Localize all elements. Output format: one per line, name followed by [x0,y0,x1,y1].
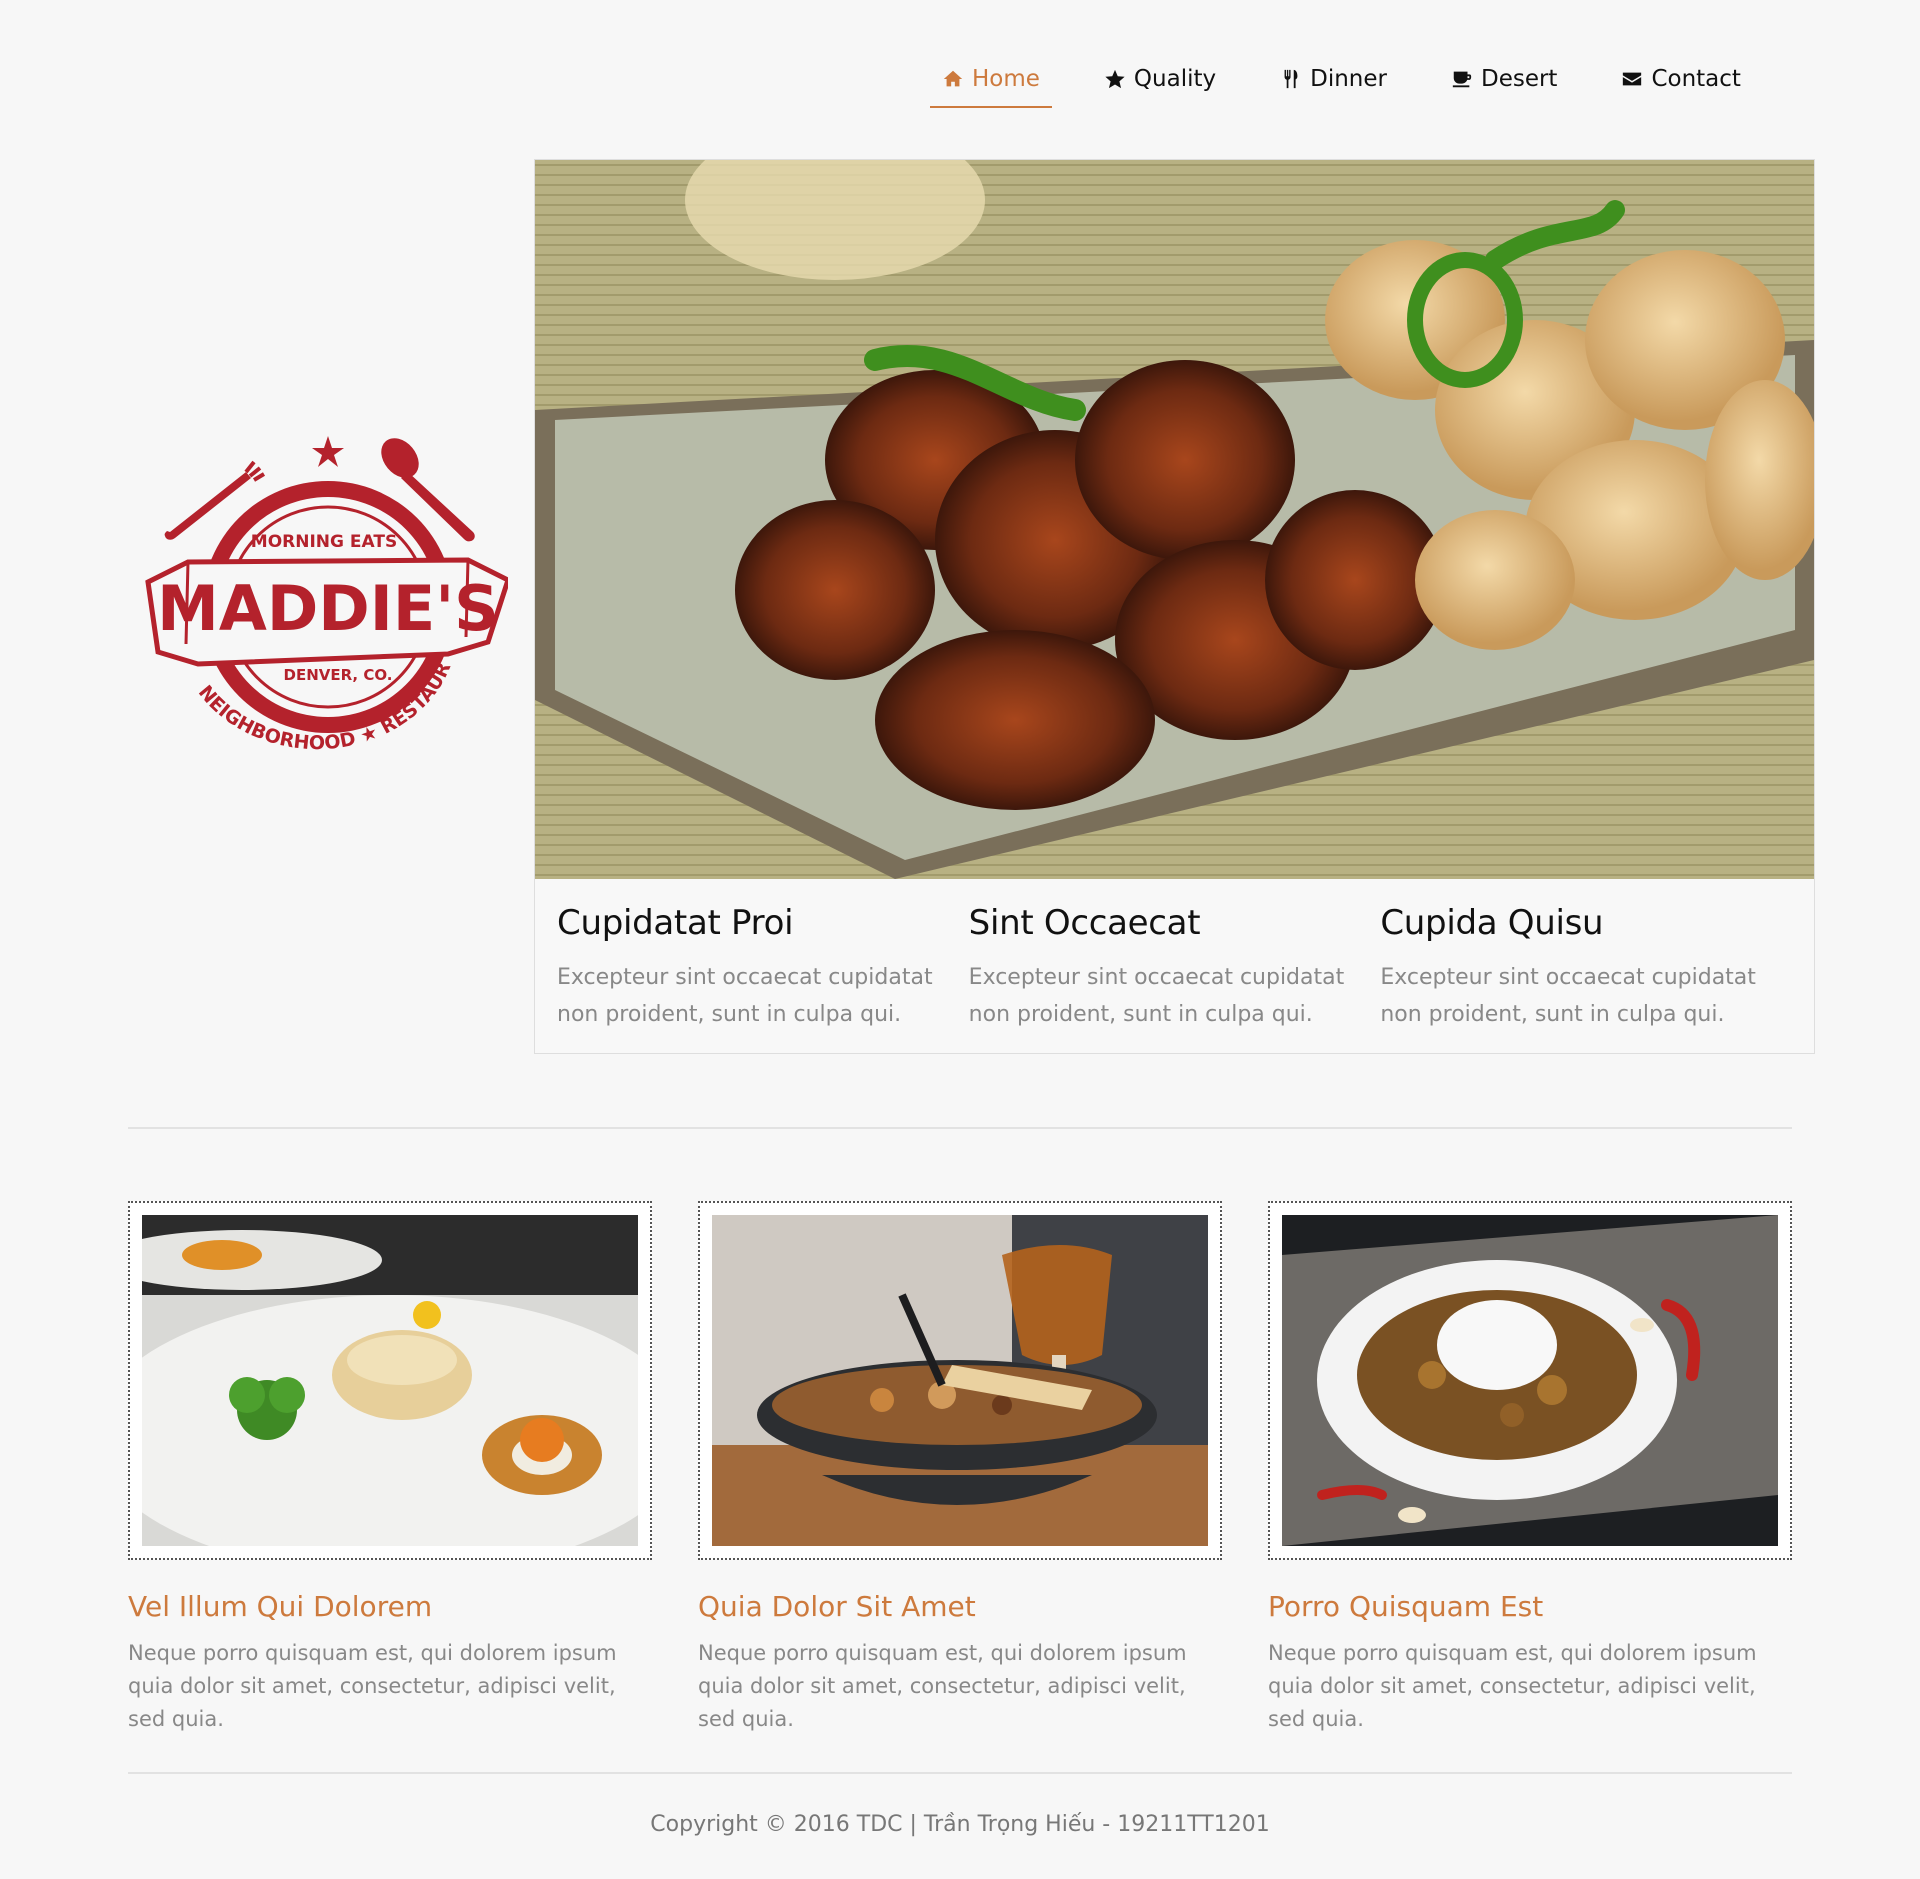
food-card-title[interactable]: Vel Illum Qui Dolorem [128,1590,652,1623]
divider [128,1127,1792,1129]
nav-item-label: Home [972,66,1040,92]
nav-item-label: Desert [1480,66,1558,92]
hero-caption-text: Excepteur sint occaecat cupidatat non pr… [1380,965,1756,1027]
logo-location: DENVER, CO. [284,666,393,684]
hero-caption-title: Sint Occaecat [968,903,1201,943]
nav-item-contact[interactable]: Contact [1609,52,1752,108]
hero-food-image [535,160,1814,879]
food-card: Porro Quisquam Est Neque porro quisquam … [1268,1201,1792,1736]
cutlery-icon [1284,69,1298,89]
food-card-image [142,1215,638,1546]
hero-caption: Cupidatat Proi Excepteur sint occaecat c… [557,903,969,1033]
nav-item-label: Quality [1133,66,1217,92]
nav-item-dinner[interactable]: Dinner [1268,52,1399,108]
food-card-title[interactable]: Porro Quisquam Est [1268,1590,1792,1623]
nav-item-home[interactable]: Home [930,52,1052,108]
hero-caption-title: Cupidatat Proi [557,903,794,943]
food-card: Quia Dolor Sit Amet Neque porro quisquam… [698,1201,1222,1736]
logo-graphic: MORNING EATS MADDIE'S DENVER, CO. NEIGHB… [120,415,512,754]
coffee-icon [1452,71,1472,88]
envelope-icon [1623,72,1642,86]
logo-top-text: MORNING EATS [251,532,397,552]
food-card-frame[interactable] [1268,1201,1792,1560]
nav-item-label: Dinner [1310,66,1387,92]
food-card-frame[interactable] [698,1201,1222,1560]
food-card-image [712,1215,1208,1546]
food-card-text: Neque porro quisquam est, qui dolorem ip… [128,1641,617,1731]
star-icon [1105,69,1125,89]
nav-item-quality[interactable]: Quality [1092,52,1228,108]
food-card-image [1282,1215,1778,1546]
footer-copyright: Copyright © 2016 TDC | Trần Trọng Hiếu -… [650,1812,1270,1837]
restaurant-logo[interactable]: MORNING EATS MADDIE'S DENVER, CO. NEIGHB… [120,415,512,792]
main-nav: Home Quality Dinner Desert Contact [930,52,1793,108]
footer: Copyright © 2016 TDC | Trần Trọng Hiếu -… [0,1812,1920,1837]
hero-caption-title: Cupida Quisu [1380,903,1604,943]
food-card: Vel Illum Qui Dolorem Neque porro quisqu… [128,1201,652,1736]
logo-name: MADDIE'S [157,572,499,645]
nav-item-desert[interactable]: Desert [1439,52,1569,108]
hero-caption: Cupida Quisu Excepteur sint occaecat cup… [1380,903,1792,1033]
home-icon [943,70,963,87]
hero-caption: Sint Occaecat Excepteur sint occaecat cu… [969,903,1381,1033]
food-card-text: Neque porro quisquam est, qui dolorem ip… [698,1641,1187,1731]
nav-item-label: Contact [1651,66,1741,92]
food-card-frame[interactable] [128,1201,652,1560]
food-card-text: Neque porro quisquam est, qui dolorem ip… [1268,1641,1757,1731]
food-card-title[interactable]: Quia Dolor Sit Amet [698,1590,1222,1623]
divider [128,1772,1792,1774]
hero-section: Cupidatat Proi Excepteur sint occaecat c… [534,159,1815,1054]
hero-caption-text: Excepteur sint occaecat cupidatat non pr… [968,965,1345,1027]
hero-caption-text: Excepteur sint occaecat cupidatat non pr… [557,965,933,1027]
